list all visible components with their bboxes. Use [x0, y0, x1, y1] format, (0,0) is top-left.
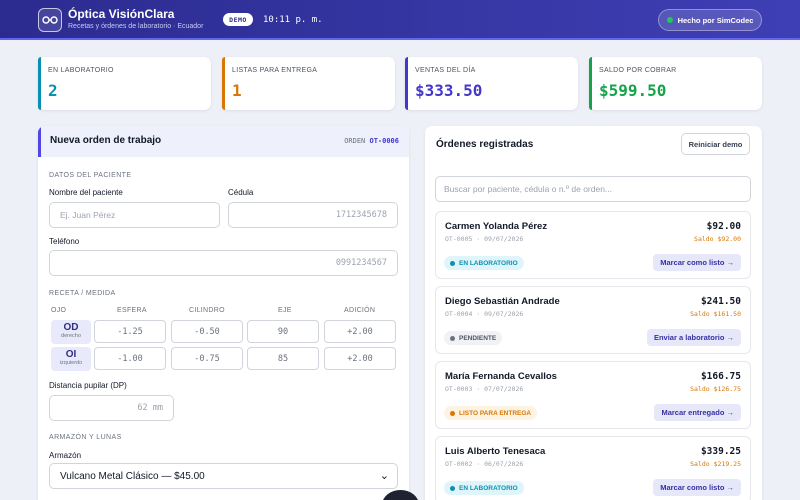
order-action-button[interactable]: Marcar entregado →: [654, 404, 741, 421]
orders-title: Órdenes registradas: [436, 139, 534, 150]
status-badge: PENDIENTE: [444, 331, 503, 345]
oi-cilindro-input[interactable]: -0.75: [171, 347, 243, 370]
order-card: Carmen Yolanda Pérez OT-0005 · 09/07/202…: [435, 211, 751, 279]
app-title: Óptica VisiónClara: [68, 7, 175, 21]
od-adicion-input[interactable]: +2.00: [324, 320, 396, 343]
status-dot-icon: [450, 260, 455, 266]
reset-demo-button[interactable]: Reiniciar demo: [681, 133, 750, 155]
stat-value: 1: [232, 81, 242, 100]
dp-input[interactable]: 62 mm: [49, 395, 174, 421]
oi-eje-input[interactable]: 85: [247, 347, 319, 370]
stat-label: SALDO POR COBRAR: [599, 67, 677, 74]
app-subtitle: Recetas y órdenes de laboratorio · Ecuad…: [68, 23, 204, 30]
order-total: $241.50: [700, 296, 741, 307]
order-meta: OT-0004 · 09/07/2026: [445, 310, 524, 318]
status-dot-icon: [450, 410, 455, 416]
orders-panel: Órdenes registradas Reiniciar demo Busca…: [425, 126, 762, 500]
order-total: $339.25: [700, 446, 741, 457]
cedula-input[interactable]: 1712345678: [228, 202, 398, 228]
name-label: Nombre del paciente: [49, 188, 123, 197]
rx-section-title: RECETA / MEDIDA: [49, 290, 116, 297]
stat-card-lab: EN LABORATORIO 2: [38, 57, 211, 110]
new-order-header: Nueva orden de trabajo ORDEN OT-0006: [38, 126, 409, 157]
status-badge: EN LABORATORIO: [444, 256, 524, 270]
stat-accent: [222, 57, 225, 110]
stat-accent: [38, 57, 41, 110]
order-card: Luis Alberto Tenesaca OT-0002 · 06/07/20…: [435, 436, 751, 500]
order-balance: Saldo $126.75: [690, 385, 741, 393]
order-patient-name: Diego Sebastián Andrade: [445, 296, 560, 307]
patient-section-title: DATOS DEL PACIENTE: [49, 172, 132, 179]
oi-esfera-input[interactable]: -1.00: [94, 347, 166, 370]
demo-badge: DEMO: [223, 13, 253, 26]
order-balance: Saldo $161.50: [690, 310, 741, 318]
status-dot-icon: [450, 485, 455, 491]
eye-od: OD derecho: [51, 320, 91, 344]
order-card: María Fernanda Cevallos OT-0003 · 07/07/…: [435, 361, 751, 429]
status-badge: EN LABORATORIO: [444, 481, 524, 495]
col-cilindro: CILINDRO: [189, 307, 225, 314]
col-esfera: ESFERA: [117, 307, 147, 314]
stat-card-balance: SALDO POR COBRAR $599.50: [589, 57, 762, 110]
order-meta: OT-0003 · 07/07/2026: [445, 385, 524, 393]
oi-adicion-input[interactable]: +2.00: [324, 347, 396, 370]
od-cilindro-input[interactable]: -0.50: [171, 320, 243, 343]
status-dot-icon: [666, 17, 673, 23]
new-order-title: Nueva orden de trabajo: [50, 135, 162, 146]
app-header: Óptica VisiónClara Recetas y órdenes de …: [0, 0, 800, 40]
order-patient-name: Carmen Yolanda Pérez: [445, 221, 548, 232]
phone-label: Teléfono: [49, 237, 80, 246]
order-patient-name: Luis Alberto Tenesaca: [445, 446, 546, 457]
order-total: $166.75: [700, 371, 741, 382]
col-ojo: OJO: [51, 307, 67, 314]
stat-label: LISTAS PARA ENTREGA: [232, 67, 318, 74]
order-meta: OT-0005 · 09/07/2026: [445, 235, 524, 243]
order-balance: Saldo $219.25: [690, 460, 741, 468]
dp-label: Distancia pupilar (DP): [49, 381, 127, 390]
order-action-button[interactable]: Marcar como listo →: [653, 479, 741, 496]
made-by-link[interactable]: Hecho por SimCodec: [658, 9, 762, 31]
stat-value: $333.50: [415, 81, 483, 100]
orders-search-input[interactable]: Buscar por paciente, cédula o n.º de ord…: [435, 176, 751, 202]
clock: 10:11 p. m.: [263, 15, 323, 25]
order-balance: Saldo $92.00: [694, 235, 741, 243]
new-order-panel: Nueva orden de trabajo ORDEN OT-0006 DAT…: [38, 126, 409, 500]
col-eje: EJE: [278, 307, 292, 314]
od-eje-input[interactable]: 90: [247, 320, 319, 343]
status-badge: LISTO PARA ENTREGA: [444, 406, 538, 420]
order-action-button[interactable]: Enviar a laboratorio →: [646, 329, 741, 346]
phone-input[interactable]: 0991234567: [49, 250, 398, 276]
col-adicion: ADICIÓN: [344, 307, 376, 314]
eye-oi: OI izquierdo: [51, 347, 91, 371]
stat-value: $599.50: [599, 81, 667, 100]
order-total: $92.00: [706, 221, 741, 232]
stat-label: EN LABORATORIO: [48, 67, 114, 74]
order-patient-name: María Fernanda Cevallos: [445, 371, 557, 382]
glasses-icon: [38, 8, 62, 32]
frame-label: Armazón: [49, 451, 82, 460]
stat-label: VENTAS DEL DÍA: [415, 67, 476, 74]
id-label: Cédula: [228, 188, 254, 197]
stat-value: 2: [48, 81, 58, 100]
stat-card-ready: LISTAS PARA ENTREGA 1: [222, 57, 395, 110]
order-action-button[interactable]: Marcar como listo →: [653, 254, 741, 271]
order-meta: OT-0002 · 06/07/2026: [445, 460, 524, 468]
frame-select-value: Vulcano Metal Clásico — $45.00: [60, 470, 205, 482]
chevron-down-icon: ⌄: [379, 470, 389, 482]
made-by-label: Hecho por SimCodec: [677, 15, 754, 25]
status-dot-icon: [450, 335, 455, 341]
patient-name-input[interactable]: Ej. Juan Pérez: [49, 202, 220, 228]
od-esfera-input[interactable]: -1.25: [94, 320, 166, 343]
stat-accent: [589, 57, 592, 110]
frame-section-title: ARMAZÓN Y LUNAS: [49, 434, 122, 441]
stat-accent: [405, 57, 408, 110]
order-code: ORDEN OT-0006: [344, 137, 399, 145]
stat-card-sales: VENTAS DEL DÍA $333.50: [405, 57, 578, 110]
frame-select[interactable]: Vulcano Metal Clásico — $45.00 ⌄: [49, 463, 398, 489]
order-card: Diego Sebastián Andrade OT-0004 · 09/07/…: [435, 286, 751, 354]
